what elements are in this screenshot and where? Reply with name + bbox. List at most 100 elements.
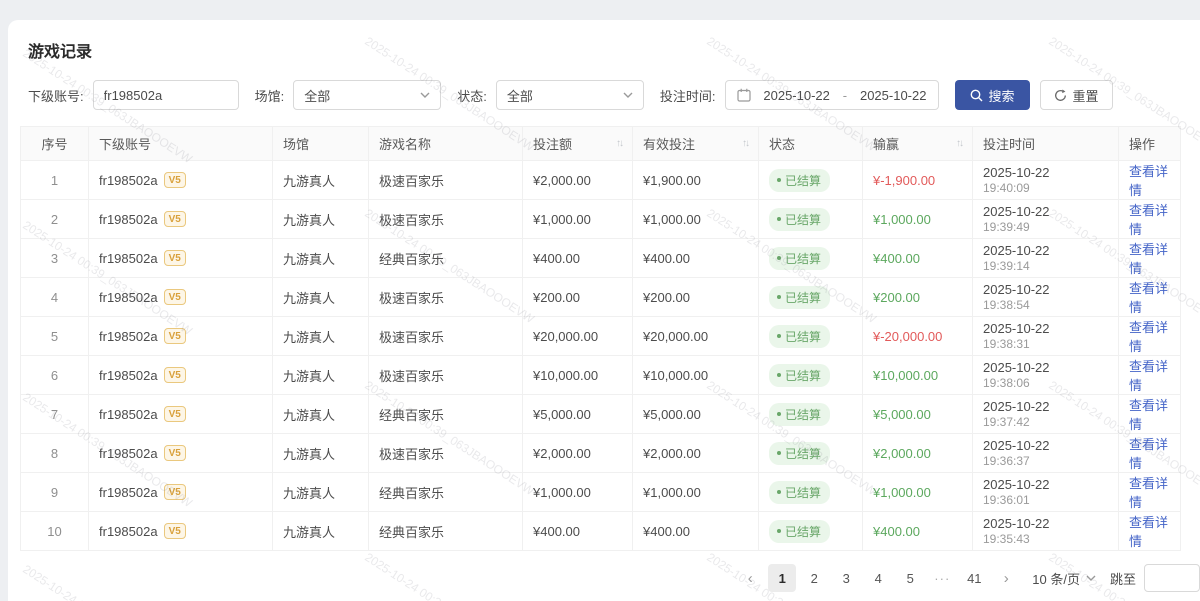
cell-bet-time: 2025-10-22 19:39:14 — [973, 239, 1119, 278]
pagination-prev-button[interactable]: ‹ — [736, 564, 764, 592]
cell-status: 已结算 — [759, 317, 863, 356]
filter-account: 下级账号: — [28, 80, 239, 110]
vip-level-badge: V5 — [164, 211, 186, 227]
status-dot-icon — [777, 451, 781, 455]
filter-bet-time: 投注时间: 2025-10-22 - 2025-10-22 — [660, 80, 939, 110]
cell-win-loss: ¥1,000.00 — [863, 200, 973, 239]
cell-bet-time: 2025-10-22 19:38:54 — [973, 278, 1119, 317]
pagination-page-5[interactable]: 5 — [896, 564, 924, 592]
pagination-page-2[interactable]: 2 — [800, 564, 828, 592]
cell-account: fr198502a V5 — [89, 473, 273, 512]
view-details-link[interactable]: 查看详情 — [1129, 242, 1168, 276]
cell-action: 查看详情 — [1119, 278, 1181, 317]
table-row: 1 fr198502a V5 九游真人 极速百家乐 ¥2,000.00 ¥1,9… — [21, 161, 1181, 200]
bet-time-label: 投注时间: — [660, 86, 716, 105]
header-bet-time: 投注时间 — [973, 127, 1119, 161]
account-label: 下级账号: — [28, 86, 84, 105]
cell-status: 已结算 — [759, 200, 863, 239]
sort-icon[interactable]: ↑↓ — [956, 138, 962, 149]
bet-clock-time: 19:39:14 — [983, 259, 1108, 274]
view-details-link[interactable]: 查看详情 — [1129, 281, 1168, 315]
status-select[interactable]: 全部 — [496, 80, 644, 110]
cell-valid-bet: ¥2,000.00 — [633, 434, 759, 473]
vip-level-badge: V5 — [164, 328, 186, 344]
bet-date: 2025-10-22 — [983, 515, 1108, 532]
pagination-page-3[interactable]: 3 — [832, 564, 860, 592]
sort-icon[interactable]: ↑↓ — [742, 138, 748, 149]
cell-account: fr198502a V5 — [89, 434, 273, 473]
table-row: 4 fr198502a V5 九游真人 极速百家乐 ¥200.00 ¥200.0… — [21, 278, 1181, 317]
jump-to-page-input[interactable] — [1144, 564, 1200, 592]
pagination: ‹ 12345···41 › 10 条/页 跳至 — [20, 564, 1180, 592]
table-row: 9 fr198502a V5 九游真人 经典百家乐 ¥1,000.00 ¥1,0… — [21, 473, 1181, 512]
account-name: fr198502a — [99, 446, 158, 461]
cell-win-loss: ¥400.00 — [863, 512, 973, 551]
cell-valid-bet: ¥400.00 — [633, 512, 759, 551]
cell-bet-amount: ¥1,000.00 — [523, 200, 633, 239]
cell-index: 4 — [21, 278, 89, 317]
pagination-page-1[interactable]: 1 — [768, 564, 796, 592]
pagination-ellipsis[interactable]: ··· — [928, 564, 956, 592]
cell-action: 查看详情 — [1119, 473, 1181, 512]
account-name: fr198502a — [99, 212, 158, 227]
bet-clock-time: 19:40:09 — [983, 181, 1108, 196]
venue-select[interactable]: 全部 — [293, 80, 441, 110]
cell-bet-amount: ¥10,000.00 — [523, 356, 633, 395]
cell-account: fr198502a V5 — [89, 512, 273, 551]
cell-win-loss: ¥2,000.00 — [863, 434, 973, 473]
header-account: 下级账号 — [89, 127, 273, 161]
bet-date: 2025-10-22 — [983, 242, 1108, 259]
bet-clock-time: 19:38:31 — [983, 337, 1108, 352]
page-size-select[interactable]: 10 条/页 — [1032, 569, 1096, 588]
account-input[interactable] — [93, 80, 239, 110]
sort-icon[interactable]: ↑↓ — [616, 138, 622, 149]
table-row: 5 fr198502a V5 九游真人 极速百家乐 ¥20,000.00 ¥20… — [21, 317, 1181, 356]
cell-account: fr198502a V5 — [89, 239, 273, 278]
view-details-link[interactable]: 查看详情 — [1129, 437, 1168, 471]
pagination-page-4[interactable]: 4 — [864, 564, 892, 592]
cell-index: 2 — [21, 200, 89, 239]
cell-game: 经典百家乐 — [369, 395, 523, 434]
cell-bet-amount: ¥20,000.00 — [523, 317, 633, 356]
cell-bet-time: 2025-10-22 19:38:06 — [973, 356, 1119, 395]
cell-valid-bet: ¥1,000.00 — [633, 473, 759, 512]
view-details-link[interactable]: 查看详情 — [1129, 476, 1168, 510]
header-index: 序号 — [21, 127, 89, 161]
cell-status: 已结算 — [759, 356, 863, 395]
cell-game: 极速百家乐 — [369, 200, 523, 239]
account-name: fr198502a — [99, 329, 158, 344]
view-details-link[interactable]: 查看详情 — [1129, 203, 1168, 237]
bet-date: 2025-10-22 — [983, 203, 1108, 220]
bet-date: 2025-10-22 — [983, 281, 1108, 298]
status-dot-icon — [777, 217, 781, 221]
view-details-link[interactable]: 查看详情 — [1129, 359, 1168, 393]
cell-index: 3 — [21, 239, 89, 278]
status-badge: 已结算 — [769, 481, 830, 504]
view-details-link[interactable]: 查看详情 — [1129, 398, 1168, 432]
records-table: 序号 下级账号 场馆 游戏名称 投注额 ↑↓ 有效投注 ↑↓ 状态 输赢 ↑↓ … — [20, 126, 1181, 551]
cell-bet-time: 2025-10-22 19:38:31 — [973, 317, 1119, 356]
cell-game: 极速百家乐 — [369, 434, 523, 473]
date-range-picker[interactable]: 2025-10-22 - 2025-10-22 — [725, 80, 939, 110]
search-button[interactable]: 搜索 — [955, 80, 1030, 110]
pagination-page-41[interactable]: 41 — [960, 564, 988, 592]
cell-bet-amount: ¥5,000.00 — [523, 395, 633, 434]
cell-account: fr198502a V5 — [89, 278, 273, 317]
cell-venue: 九游真人 — [273, 239, 369, 278]
pagination-next-button[interactable]: › — [992, 564, 1020, 592]
cell-bet-amount: ¥200.00 — [523, 278, 633, 317]
cell-win-loss: ¥1,000.00 — [863, 473, 973, 512]
cell-action: 查看详情 — [1119, 239, 1181, 278]
refresh-icon — [1054, 89, 1067, 102]
vip-level-badge: V5 — [164, 172, 186, 188]
view-details-link[interactable]: 查看详情 — [1129, 320, 1168, 354]
view-details-link[interactable]: 查看详情 — [1129, 515, 1168, 549]
reset-button[interactable]: 重置 — [1040, 80, 1113, 110]
venue-label: 场馆: — [255, 86, 285, 105]
page-title: 游戏记录 — [28, 38, 1180, 62]
bet-clock-time: 19:39:49 — [983, 220, 1108, 235]
view-details-link[interactable]: 查看详情 — [1129, 164, 1168, 198]
status-badge: 已结算 — [769, 364, 830, 387]
vip-level-badge: V5 — [164, 250, 186, 266]
cell-game: 极速百家乐 — [369, 356, 523, 395]
